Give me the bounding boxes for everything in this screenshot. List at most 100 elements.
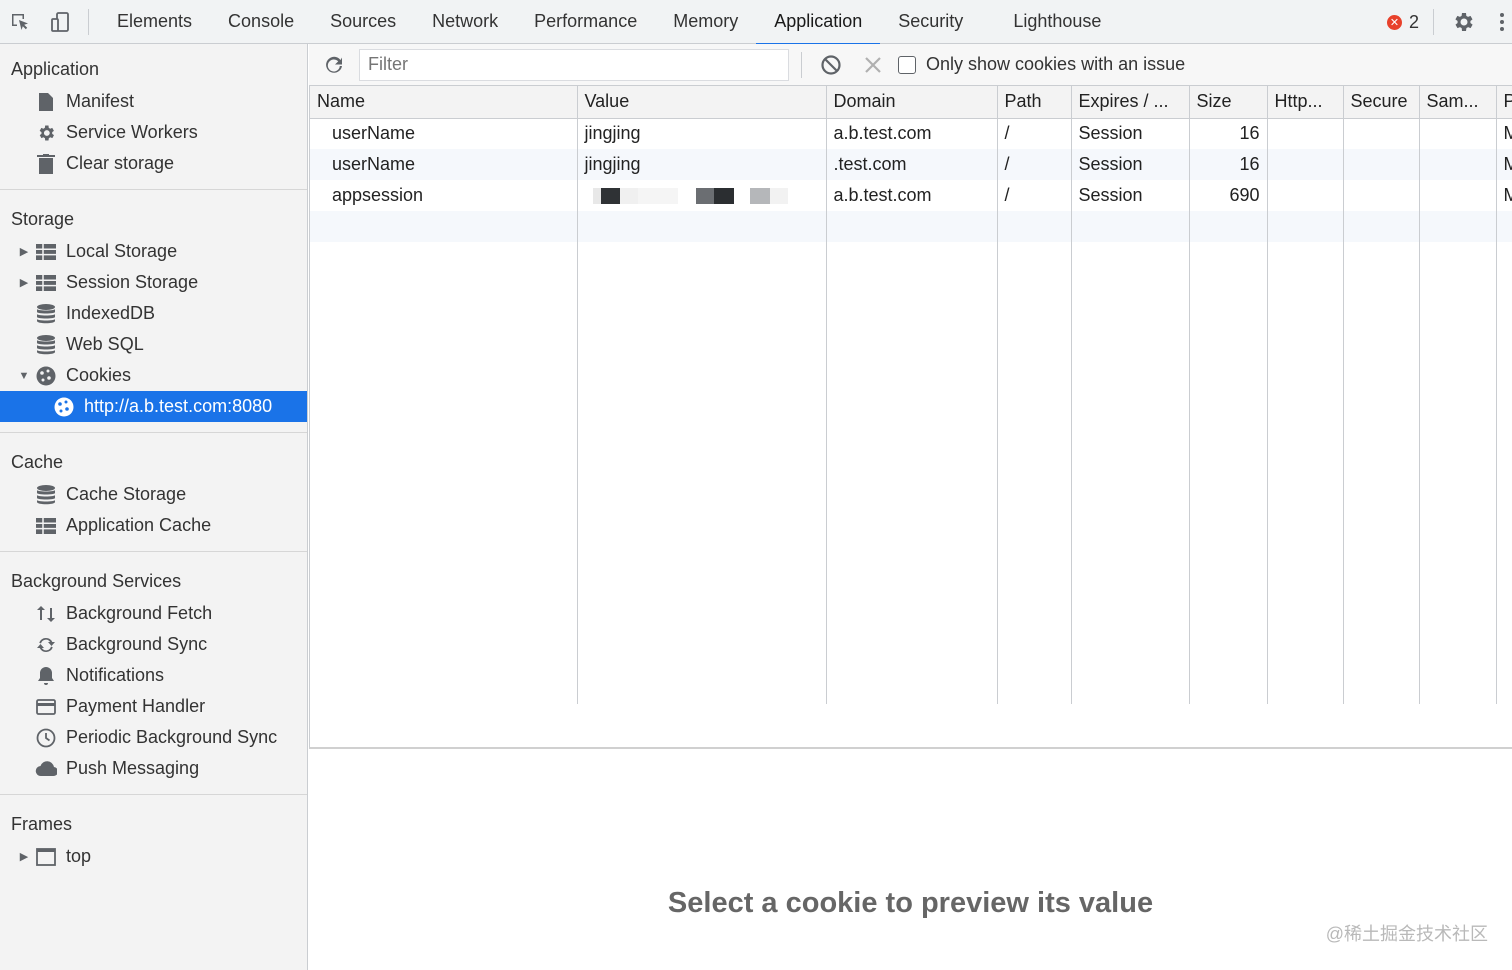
expand-arrow-icon[interactable]: ▶: [15, 276, 33, 289]
cookie-preview-pane: Select a cookie to preview its value @稀土…: [309, 749, 1512, 970]
cloud-icon: [35, 758, 57, 780]
cell-size: 690: [1189, 180, 1268, 211]
document-icon: [35, 91, 57, 113]
credit-card-icon: [35, 696, 57, 718]
cell-priority: M: [1496, 149, 1512, 180]
sidebar-item-notifications[interactable]: Notifications: [0, 660, 307, 691]
only-issues-label: Only show cookies with an issue: [926, 54, 1186, 74]
tab-sources[interactable]: Sources: [312, 0, 414, 44]
trash-icon: [35, 153, 57, 175]
expand-arrow-icon[interactable]: ▶: [15, 850, 33, 863]
column-header-httponly[interactable]: Http...: [1267, 86, 1344, 119]
sync-icon: [35, 634, 57, 656]
sidebar-item-label: Local Storage: [66, 241, 178, 261]
tab-memory[interactable]: Memory: [655, 0, 756, 44]
error-icon: ✕: [1386, 14, 1402, 30]
inspect-element-icon[interactable]: [0, 0, 40, 44]
cookies-panel: Only show cookies with an issue Name Val…: [309, 44, 1512, 970]
cell-path: /: [997, 180, 1072, 211]
sidebar-item-service-workers[interactable]: Service Workers: [0, 117, 307, 148]
sidebar-item-indexeddb[interactable]: IndexedDB: [0, 298, 307, 329]
sidebar-item-label: Web SQL: [66, 334, 144, 354]
sidebar-item-frame-top[interactable]: ▶ top: [0, 841, 307, 872]
table-row-empty: [310, 211, 1512, 242]
sidebar-item-cookies[interactable]: ▼ Cookies: [0, 360, 307, 391]
device-toolbar-icon[interactable]: [40, 0, 80, 44]
database-icon: [35, 484, 57, 506]
sidebar-item-background-fetch[interactable]: Background Fetch: [0, 598, 307, 629]
sidebar-item-label: top: [66, 846, 92, 866]
only-issues-checkbox[interactable]: [898, 55, 916, 74]
sidebar-item-local-storage[interactable]: ▶ Local Storage: [0, 236, 307, 267]
clock-icon: [35, 727, 57, 749]
settings-gear-icon[interactable]: [1434, 10, 1492, 34]
table-row[interactable]: userName jingjing a.b.test.com / Session…: [310, 118, 1512, 149]
column-header-size[interactable]: Size: [1189, 86, 1268, 119]
delete-selected-icon[interactable]: [858, 56, 888, 74]
table-row[interactable]: appsession a.b.test.com / Session 690: [310, 180, 1512, 211]
column-header-name[interactable]: Name: [310, 86, 578, 119]
error-count: 2: [1408, 11, 1419, 32]
cookies-table-wrapper: Name Value Domain Path Expires / ... Siz…: [309, 86, 1512, 749]
cell-name: userName: [310, 118, 578, 149]
table-grid-icon: [35, 241, 57, 263]
tab-security[interactable]: Security: [880, 0, 981, 44]
cell-value-redacted: [577, 180, 827, 211]
refresh-icon[interactable]: [309, 54, 359, 76]
sidebar-item-label: Background Sync: [66, 634, 208, 654]
application-sidebar: Application Manifest Service Workers Cle…: [0, 44, 308, 970]
cell-samesite: [1419, 149, 1497, 180]
sidebar-item-manifest[interactable]: Manifest: [0, 86, 307, 117]
sidebar-item-label: Manifest: [66, 91, 135, 111]
table-row[interactable]: userName jingjing .test.com / Session 16…: [310, 149, 1512, 180]
sidebar-item-application-cache[interactable]: Application Cache: [0, 510, 307, 541]
database-icon: [35, 303, 57, 325]
section-divider: [0, 189, 307, 190]
cell-domain: a.b.test.com: [826, 118, 998, 149]
cell-samesite: [1419, 180, 1497, 211]
tab-console[interactable]: Console: [210, 0, 312, 44]
tab-performance[interactable]: Performance: [516, 0, 655, 44]
sidebar-item-background-sync[interactable]: Background Sync: [0, 629, 307, 660]
cell-path: /: [997, 118, 1072, 149]
error-counter[interactable]: ✕ 2: [1386, 11, 1433, 33]
sidebar-item-cache-storage[interactable]: Cache Storage: [0, 479, 307, 510]
expand-arrow-icon[interactable]: ▶: [15, 245, 33, 258]
cell-priority: M: [1496, 180, 1512, 211]
sidebar-item-label: Cache Storage: [66, 484, 187, 504]
column-header-path[interactable]: Path: [997, 86, 1072, 119]
cookie-icon: [35, 365, 57, 387]
sidebar-item-label: Session Storage: [66, 272, 199, 292]
sidebar-item-payment-handler[interactable]: Payment Handler: [0, 691, 307, 722]
filter-input[interactable]: [359, 48, 789, 81]
bell-icon: [35, 665, 57, 687]
sidebar-item-web-sql[interactable]: Web SQL: [0, 329, 307, 360]
gear-icon: [35, 122, 57, 144]
column-header-samesite[interactable]: Sam...: [1419, 86, 1497, 119]
tab-network[interactable]: Network: [414, 0, 516, 44]
sidebar-item-session-storage[interactable]: ▶ Session Storage: [0, 267, 307, 298]
cell-path: /: [997, 149, 1072, 180]
column-header-expires[interactable]: Expires / ...: [1071, 86, 1190, 119]
column-header-value[interactable]: Value: [577, 86, 827, 119]
tab-lighthouse[interactable]: Lighthouse: [995, 0, 1119, 44]
sidebar-item-push-messaging[interactable]: Push Messaging: [0, 753, 307, 784]
section-title-background-services: Background Services: [11, 570, 182, 591]
tab-elements[interactable]: Elements: [99, 0, 210, 44]
cell-secure: [1343, 149, 1420, 180]
sidebar-item-periodic-background-sync[interactable]: Periodic Background Sync: [0, 722, 307, 753]
column-header-priority[interactable]: P: [1496, 86, 1512, 119]
cell-value: jingjing: [577, 118, 827, 149]
collapse-arrow-icon[interactable]: ▼: [15, 370, 33, 382]
column-header-domain[interactable]: Domain: [826, 86, 998, 119]
column-header-secure[interactable]: Secure: [1343, 86, 1420, 119]
section-divider: [0, 551, 307, 552]
cell-expires: Session: [1071, 149, 1190, 180]
more-options-icon[interactable]: [1492, 13, 1512, 31]
clear-all-cookies-icon[interactable]: [816, 54, 846, 76]
sidebar-item-cookie-origin[interactable]: http://a.b.test.com:8080: [0, 391, 307, 422]
sidebar-item-clear-storage[interactable]: Clear storage: [0, 148, 307, 179]
sidebar-item-label: Application Cache: [66, 515, 212, 535]
tab-application[interactable]: Application: [756, 0, 881, 45]
sidebar-item-label: Cookies: [66, 365, 132, 385]
